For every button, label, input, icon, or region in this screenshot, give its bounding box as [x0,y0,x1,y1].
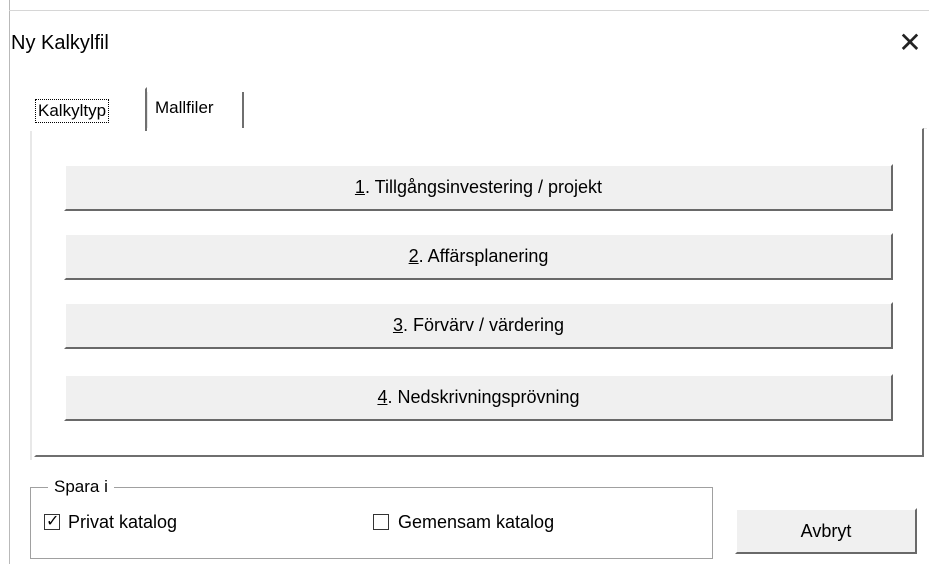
button-label: . Nedskrivningsprövning [387,387,580,407]
tillgangsinvestering-button[interactable]: 1. Tillgångsinvestering / projekt [64,164,893,211]
privat-katalog-label[interactable]: Privat katalog [68,511,177,533]
forvarv-vardering-button[interactable]: 3. Förvärv / värdering [64,302,893,349]
window-title: Ny Kalkylfil [11,32,109,54]
tab-kalkyltyp[interactable]: Kalkyltyp [23,87,147,131]
button-accelerator: 2 [408,246,419,266]
nedskrivningsprovning-button[interactable]: 4. Nedskrivningsprövning [64,374,893,421]
button-label: . Förvärv / värdering [402,315,565,335]
affarsplanering-button[interactable]: 2. Affärsplanering [64,233,893,280]
gemensam-katalog-checkbox[interactable] [373,514,389,530]
button-label: . Tillgångsinvestering / projekt [364,177,603,197]
privat-katalog-checkbox[interactable]: ✓ [44,511,60,530]
save-location-legend: Spara i [48,477,114,497]
button-label: . Affärsplanering [418,246,549,266]
tab-mallfiler-label: Mallfiler [155,98,214,117]
close-icon[interactable]: ✕ [892,25,928,61]
tab-kalkyltyp-label: Kalkyltyp [35,99,110,123]
cancel-button[interactable]: Avbryt [735,508,917,554]
button-accelerator: 4 [377,387,388,407]
tab-mallfiler[interactable]: Mallfiler [147,92,244,128]
button-accelerator: 1 [354,177,365,197]
dialog-window: Ny Kalkylfil ✕ Kalkyltyp Mallfiler 1. Ti… [0,0,929,564]
checkmark-icon: ✓ [46,511,60,530]
button-accelerator: 3 [392,315,403,335]
gemensam-katalog-label[interactable]: Gemensam katalog [398,511,554,533]
window-border-top [9,10,929,11]
